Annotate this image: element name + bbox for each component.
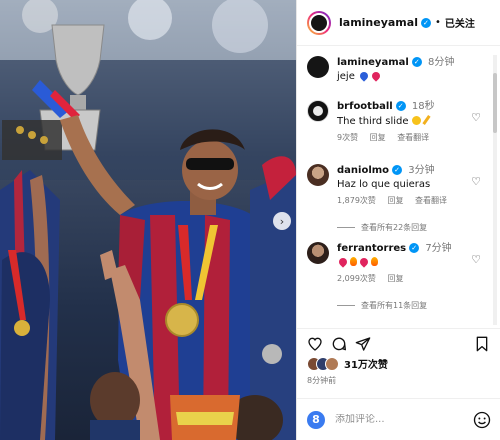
verified-badge-icon: ✓ (411, 57, 422, 67)
comment-text (337, 256, 477, 268)
heart-icon[interactable] (307, 336, 323, 352)
post-photo: › (0, 0, 296, 440)
commenter-username[interactable]: daniolmo (337, 165, 389, 176)
author-avatar[interactable] (307, 10, 331, 35)
red-heart-emoji-icon (370, 70, 382, 82)
author-username[interactable]: lamineyamal (339, 16, 418, 29)
comment-likes[interactable]: 1,879次赞 (337, 196, 376, 205)
post-timestamp[interactable]: 8分钟前 (307, 375, 336, 386)
follow-status-button[interactable]: 已关注 (445, 15, 475, 30)
blue-heart-emoji-icon (358, 70, 370, 82)
reply-link[interactable]: 回复 (387, 274, 403, 283)
liker-avatar (325, 356, 339, 371)
reply-link[interactable]: 回复 (387, 196, 403, 205)
carousel-next-button[interactable]: › (273, 212, 291, 230)
scrollbar-thumb[interactable] (493, 73, 497, 133)
chevron-right-icon: › (279, 214, 285, 228)
comment-meta: 1,879次赞 回复 查看翻译 (337, 195, 477, 206)
view-replies-link[interactable]: 查看所有11条回复 (337, 300, 427, 311)
comment-meta: 2,099次赞 回复 (337, 273, 477, 284)
smile-icon[interactable] (473, 411, 491, 429)
comment-icon[interactable] (331, 336, 347, 352)
separator-dot: • (434, 17, 441, 28)
reply-link[interactable]: 回复 (370, 133, 386, 142)
commenter-avatar[interactable] (307, 242, 329, 264)
caption-time: 8分钟 (427, 57, 455, 68)
view-replies-text[interactable]: 查看所有11条回复 (361, 300, 427, 311)
red-heart-emoji-icon (337, 256, 349, 268)
caption-username[interactable]: lamineyamal (337, 57, 409, 68)
fire-emoji-icon (350, 257, 357, 266)
verified-badge-icon: ✓ (420, 17, 431, 28)
thinking-emoji-icon (411, 116, 421, 125)
comment-like-heart-icon[interactable]: ♡ (471, 175, 481, 188)
commenter-avatar[interactable] (307, 164, 329, 186)
commenter-avatar[interactable] (307, 100, 329, 122)
commenter-username[interactable]: brfootball (337, 101, 393, 112)
post-side-panel: lamineyamal ✓ • 已关注 lamineyamal ✓ 8分钟 jej… (296, 0, 500, 440)
replies-divider (337, 305, 355, 306)
comment-text: Haz lo que quieras (337, 179, 431, 190)
comment-text: The third slide (337, 115, 477, 127)
comment-time: 3分钟 (408, 165, 435, 176)
caption-text: jeje (337, 70, 477, 82)
post-actions (297, 328, 500, 358)
fire-emoji-icon (371, 257, 378, 266)
comment-likes[interactable]: 2,099次赞 (337, 274, 376, 283)
pencil-emoji-icon (421, 115, 431, 125)
likes-count[interactable]: 31万次赞 (344, 356, 388, 371)
comment-text-value: The third slide (337, 116, 409, 127)
comment-time: 7分钟 (425, 243, 452, 254)
comment-like-heart-icon[interactable]: ♡ (471, 253, 481, 266)
post-header: lamineyamal ✓ • 已关注 (297, 0, 500, 46)
comment-time: 18秒 (411, 101, 435, 112)
comments-scrollbar[interactable] (493, 55, 497, 325)
verified-badge-icon: ✓ (409, 243, 420, 253)
caption-text-value: jeje (337, 71, 355, 82)
likes-summary[interactable]: 31万次赞 (307, 356, 388, 371)
red-heart-emoji-icon (358, 256, 370, 268)
commenter-username[interactable]: ferrantorres (337, 243, 406, 254)
replies-divider (337, 227, 355, 228)
verified-badge-icon: ✓ (395, 101, 406, 111)
comment-input[interactable] (335, 414, 465, 425)
comment-like-heart-icon[interactable]: ♡ (471, 111, 481, 124)
view-replies-link[interactable]: 查看所有22条回复 (337, 222, 427, 233)
comment-likes[interactable]: 9次赞 (337, 133, 358, 142)
verified-badge-icon: ✓ (392, 165, 403, 175)
send-icon[interactable] (355, 336, 371, 352)
comment-meta: 9次赞 回复 查看翻译 (337, 132, 477, 143)
photo-illustration (0, 0, 296, 440)
bookmark-icon[interactable] (475, 336, 489, 352)
translate-link[interactable]: 查看翻译 (397, 133, 429, 142)
view-replies-text[interactable]: 查看所有22条回复 (361, 222, 427, 233)
translate-link[interactable]: 查看翻译 (415, 196, 447, 205)
app-logo-icon: 8 (307, 410, 325, 429)
add-comment-bar: 8 (297, 398, 500, 440)
caption-avatar[interactable] (307, 56, 329, 78)
